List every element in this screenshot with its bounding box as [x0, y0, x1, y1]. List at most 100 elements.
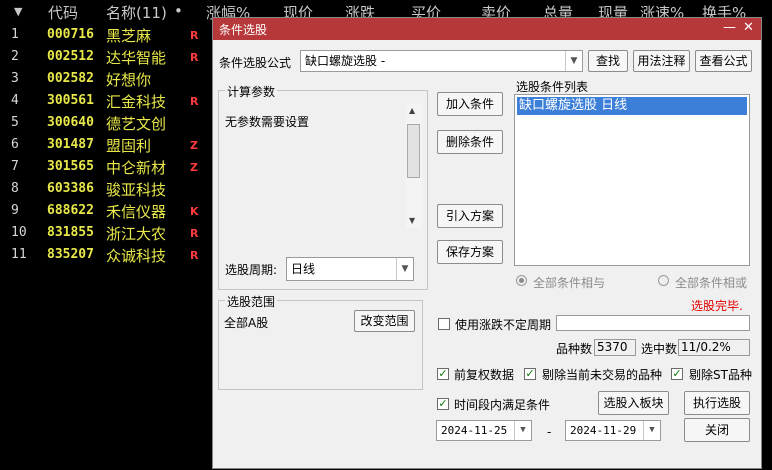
- stock-code: 301565: [47, 159, 94, 174]
- delete-condition-button[interactable]: 删除条件: [437, 130, 503, 154]
- table-row[interactable]: 4 300561 汇金科技 R: [0, 90, 215, 112]
- stock-name: 黑芝麻: [106, 27, 152, 45]
- stock-name: 好想你: [106, 71, 152, 89]
- date-to-picker[interactable]: 2024-11-29 ▼: [565, 420, 661, 441]
- row-index: 8: [11, 181, 19, 196]
- stock-code: 688622: [47, 203, 94, 218]
- formula-select[interactable]: 缺口螺旋选股 - ▼: [300, 50, 583, 72]
- table-row[interactable]: 1 000716 黑芝麻 R: [0, 24, 215, 46]
- find-button[interactable]: 查找: [588, 50, 628, 72]
- chevron-down-icon[interactable]: ▼: [396, 258, 413, 280]
- table-row[interactable]: 2 002512 达华智能 R: [0, 46, 215, 68]
- selected-field: 11/0.2%: [678, 339, 750, 356]
- count-label: 品种数: [556, 342, 593, 356]
- row-index: 5: [11, 115, 19, 130]
- adjusted-data-checkbox[interactable]: ✓: [437, 368, 449, 380]
- scroll-down-icon[interactable]: ▼: [409, 216, 415, 225]
- stock-code: 603386: [47, 181, 94, 196]
- date-from-picker[interactable]: 2024-11-25 ▼: [436, 420, 532, 441]
- radio-or[interactable]: [658, 275, 669, 286]
- execute-button[interactable]: 执行选股: [684, 391, 750, 415]
- row-index: 11: [11, 247, 27, 262]
- sort-triangle-icon[interactable]: ▼: [14, 5, 22, 18]
- row-index: 7: [11, 159, 19, 174]
- period-satisfy-checkbox[interactable]: ✓: [437, 398, 449, 410]
- period-select[interactable]: 日线 ▼: [286, 257, 414, 281]
- params-scrollbar[interactable]: ▲ ▼: [406, 104, 422, 228]
- list-item[interactable]: 缺口螺旋选股 日线: [517, 97, 747, 115]
- uncertain-period-input[interactable]: [556, 315, 750, 331]
- params-text: 无参数需要设置: [225, 115, 310, 129]
- date-to-value: 2024-11-29: [570, 424, 637, 437]
- remove-st-checkbox[interactable]: ✓: [671, 368, 683, 380]
- row-index: 9: [11, 203, 19, 218]
- import-plan-button[interactable]: 引入方案: [437, 204, 503, 228]
- table-row[interactable]: 11 835207 众诚科技 R: [0, 244, 215, 266]
- dialog-titlebar[interactable]: 条件选股 — ✕: [213, 18, 761, 40]
- row-index: 6: [11, 137, 19, 152]
- stock-name: 中仑新材: [106, 159, 167, 177]
- dialog-title: 条件选股: [219, 23, 268, 37]
- stock-name: 德艺文创: [106, 115, 167, 133]
- table-row[interactable]: 7 301565 中仑新材 Z: [0, 156, 215, 178]
- chevron-down-icon[interactable]: ▼: [514, 421, 531, 440]
- params-group-title: 计算参数: [225, 83, 278, 100]
- remove-suspended-checkbox[interactable]: ✓: [524, 368, 536, 380]
- stock-name: 汇金科技: [106, 93, 167, 111]
- close-button[interactable]: 关闭: [684, 418, 750, 442]
- table-row[interactable]: 8 603386 骏亚科技: [0, 178, 215, 200]
- uncertain-period-checkbox[interactable]: [438, 318, 450, 330]
- conditions-label: 选股条件列表: [516, 80, 589, 94]
- save-plan-button[interactable]: 保存方案: [437, 240, 503, 264]
- stock-name: 禾信仪器: [106, 203, 167, 221]
- add-condition-button[interactable]: 加入条件: [437, 92, 503, 116]
- period-label: 选股周期:: [225, 263, 278, 277]
- stock-flag: R: [190, 227, 199, 240]
- status-text: 选股完毕.: [691, 299, 743, 313]
- table-row[interactable]: 9 688622 禾信仪器 K: [0, 200, 215, 222]
- add-to-block-button[interactable]: 选股入板块: [598, 391, 669, 415]
- col-name[interactable]: 名称(11): [106, 2, 167, 23]
- minimize-icon[interactable]: —: [723, 20, 736, 35]
- radio-or-label: 全部条件相或: [675, 276, 748, 290]
- adjusted-data-label: 前复权数据: [454, 368, 515, 382]
- chevron-down-icon[interactable]: ▼: [643, 421, 660, 440]
- stock-code: 300640: [47, 115, 94, 130]
- col-dot: •: [174, 2, 183, 20]
- change-range-button[interactable]: 改变范围: [354, 310, 415, 332]
- row-index: 10: [11, 225, 27, 240]
- scroll-up-icon[interactable]: ▲: [409, 106, 415, 115]
- stock-code: 300561: [47, 93, 94, 108]
- table-row[interactable]: 6 301487 盟固利 Z: [0, 134, 215, 156]
- stock-name: 众诚科技: [106, 247, 167, 265]
- close-icon[interactable]: ✕: [743, 20, 754, 35]
- conditions-list[interactable]: 缺口螺旋选股 日线: [514, 94, 750, 266]
- stock-flag: R: [190, 95, 199, 108]
- table-row[interactable]: 5 300640 德艺文创: [0, 112, 215, 134]
- stock-flag: Z: [190, 139, 198, 152]
- formula-value: 缺口螺旋选股 -: [305, 54, 386, 68]
- row-index: 4: [11, 93, 19, 108]
- stock-flag: R: [190, 51, 199, 64]
- date-separator: -: [547, 425, 552, 439]
- stock-name: 浙江大农: [106, 225, 167, 243]
- formula-label: 条件选股公式: [219, 56, 292, 70]
- range-group-title: 选股范围: [225, 293, 278, 310]
- period-satisfy-label: 时间段内满足条件: [454, 398, 551, 412]
- stock-name: 盟固利: [106, 137, 152, 155]
- stock-code: 831855: [47, 225, 94, 240]
- stock-code: 002582: [47, 71, 94, 86]
- chevron-down-icon[interactable]: ▼: [565, 51, 582, 71]
- row-index: 1: [11, 27, 19, 42]
- scroll-thumb[interactable]: [407, 124, 420, 178]
- radio-and-label: 全部条件相与: [533, 276, 606, 290]
- radio-and[interactable]: [516, 275, 527, 286]
- col-code[interactable]: 代码: [48, 2, 78, 23]
- table-row[interactable]: 3 002582 好想你: [0, 68, 215, 90]
- remove-suspended-label: 剔除当前未交易的品种: [542, 368, 663, 382]
- stock-flag: R: [190, 29, 199, 42]
- table-row[interactable]: 10 831855 浙江大农 R: [0, 222, 215, 244]
- view-formula-button[interactable]: 查看公式: [695, 50, 752, 72]
- stock-code: 301487: [47, 137, 94, 152]
- usage-button[interactable]: 用法注释: [633, 50, 690, 72]
